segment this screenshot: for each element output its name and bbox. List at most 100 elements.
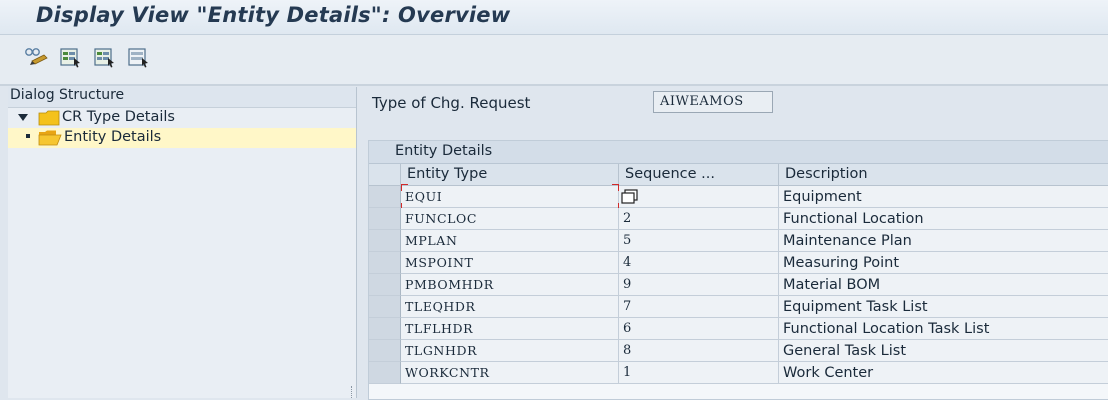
description-value: Functional Location Task List (783, 321, 990, 337)
tree-node-bullet-icon (26, 134, 30, 138)
sequence-value: 1 (623, 365, 632, 380)
description-value: Work Center (783, 365, 874, 381)
table-row[interactable]: TLFLHDR 6 Functional Location Task List (369, 318, 1108, 340)
sequence-cell[interactable]: 7 (619, 296, 779, 318)
sequence-cell[interactable]: 4 (619, 252, 779, 274)
entity-type-value: MPLAN (405, 233, 458, 248)
entity-type-value: FUNCLOC (405, 211, 478, 226)
description-cell[interactable]: Functional Location Task List (779, 318, 1108, 340)
entity-type-cell[interactable]: TLEQHDR (401, 296, 619, 318)
entity-type-cell[interactable]: FUNCLOC (401, 208, 619, 230)
entity-type-cell[interactable]: MSPOINT (401, 252, 619, 274)
sequence-cell[interactable]: 1 (619, 362, 779, 384)
description-cell[interactable]: Material BOM (779, 274, 1108, 296)
sequence-cell[interactable]: 6 (619, 318, 779, 340)
title-bar: Display View "Entity Details": Overview (0, 0, 1108, 35)
table-row[interactable]: PMBOMHDR 9 Material BOM (369, 274, 1108, 296)
sequence-value: 2 (623, 211, 632, 226)
description-value: Material BOM (783, 277, 881, 293)
dialog-structure-panel: Dialog Structure CR Type Details Entity … (8, 87, 357, 398)
description-cell[interactable]: Equipment (779, 186, 1108, 208)
column-header-label: Description (785, 166, 868, 182)
table-row[interactable]: MSPOINT 4 Measuring Point (369, 252, 1108, 274)
table-row[interactable]: MPLAN 5 Maintenance Plan (369, 230, 1108, 252)
focus-corner-icon (401, 184, 408, 191)
row-selector[interactable] (369, 186, 401, 208)
folder-icon (38, 110, 60, 126)
description-cell[interactable]: Equipment Task List (779, 296, 1108, 318)
column-header-sequence[interactable]: Sequence ... (619, 164, 779, 186)
toolbar-divider (0, 84, 1108, 86)
row-selector[interactable] (369, 340, 401, 362)
column-header-entity-type[interactable]: Entity Type (401, 164, 619, 186)
entity-type-cell[interactable]: EQUI (401, 186, 619, 208)
change-request-type-field[interactable]: AIWEAMOS (653, 91, 773, 113)
description-cell[interactable]: Maintenance Plan (779, 230, 1108, 252)
sequence-value: 4 (623, 255, 632, 270)
row-selector[interactable] (369, 230, 401, 252)
select-block-icon[interactable] (92, 46, 118, 68)
entity-type-value: TLFLHDR (405, 321, 474, 336)
dialog-structure-header: Dialog Structure (8, 87, 356, 108)
sequence-value: 8 (623, 343, 632, 358)
description-value: Equipment (783, 189, 862, 205)
entity-type-cell[interactable]: TLFLHDR (401, 318, 619, 340)
table-title-bar: Entity Details (369, 141, 1108, 164)
description-value: Equipment Task List (783, 299, 928, 315)
entity-type-cell[interactable]: MPLAN (401, 230, 619, 252)
description-value: Measuring Point (783, 255, 900, 271)
table-row[interactable]: EQUI Equipment (369, 184, 1108, 210)
tree-item-entity-details[interactable]: Entity Details (8, 128, 356, 148)
panel-splitter[interactable] (351, 386, 354, 398)
description-cell[interactable]: Functional Location (779, 208, 1108, 230)
entity-type-value: MSPOINT (405, 255, 474, 270)
tree-item-label: Entity Details (64, 129, 162, 145)
tree-item-cr-type-details[interactable]: CR Type Details (8, 108, 356, 128)
description-cell[interactable]: Measuring Point (779, 252, 1108, 274)
application-toolbar (0, 35, 1108, 85)
row-selector[interactable] (369, 208, 401, 230)
table-row[interactable]: TLEQHDR 7 Equipment Task List (369, 296, 1108, 318)
display-change-icon[interactable] (24, 46, 50, 68)
value-help-icon[interactable] (621, 189, 639, 204)
table-row[interactable]: FUNCLOC 2 Functional Location (369, 208, 1108, 230)
page-title: Display View "Entity Details": Overview (36, 3, 511, 27)
sequence-value: 9 (623, 277, 632, 292)
description-cell[interactable]: Work Center (779, 362, 1108, 384)
entity-type-cell[interactable]: TLGNHDR (401, 340, 619, 362)
row-selector[interactable] (369, 274, 401, 296)
entity-details-table: Entity Details Entity Type Sequence ... … (368, 140, 1108, 400)
sequence-cell[interactable]: 9 (619, 274, 779, 296)
row-selector[interactable] (369, 318, 401, 340)
entity-type-value: WORKCNTR (405, 365, 490, 380)
sequence-value: 7 (623, 299, 632, 314)
focus-corner-icon (612, 184, 619, 191)
table-row[interactable]: WORKCNTR 1 Work Center (369, 362, 1108, 384)
deselect-all-icon[interactable] (126, 46, 152, 68)
entity-type-cell[interactable]: WORKCNTR (401, 362, 619, 384)
entity-type-cell[interactable]: PMBOMHDR (401, 274, 619, 296)
sequence-cell[interactable]: 2 (619, 208, 779, 230)
tree-item-label: CR Type Details (62, 109, 175, 125)
entity-type-value: TLGNHDR (405, 343, 478, 358)
column-header-description[interactable]: Description (779, 164, 1108, 186)
sequence-cell[interactable]: 8 (619, 340, 779, 362)
expand-triangle-icon[interactable] (18, 114, 28, 122)
description-value: General Task List (783, 343, 907, 359)
select-all-rows-button[interactable] (369, 164, 401, 186)
description-value: Maintenance Plan (783, 233, 912, 249)
sequence-cell[interactable]: 5 (619, 230, 779, 252)
column-header-label: Entity Type (407, 166, 488, 182)
main-content: Type of Chg. Request AIWEAMOS Entity Det… (360, 87, 1108, 400)
change-request-type-label: Type of Chg. Request (372, 94, 531, 112)
description-cell[interactable]: General Task List (779, 340, 1108, 362)
row-selector[interactable] (369, 252, 401, 274)
dialog-structure-heading: Dialog Structure (10, 87, 125, 103)
select-all-icon[interactable] (58, 46, 84, 68)
row-selector[interactable] (369, 296, 401, 318)
row-selector[interactable] (369, 362, 401, 384)
sequence-cell[interactable] (619, 186, 779, 208)
description-value: Functional Location (783, 211, 924, 227)
table-row[interactable]: TLGNHDR 8 General Task List (369, 340, 1108, 362)
entity-type-value: PMBOMHDR (405, 277, 494, 292)
